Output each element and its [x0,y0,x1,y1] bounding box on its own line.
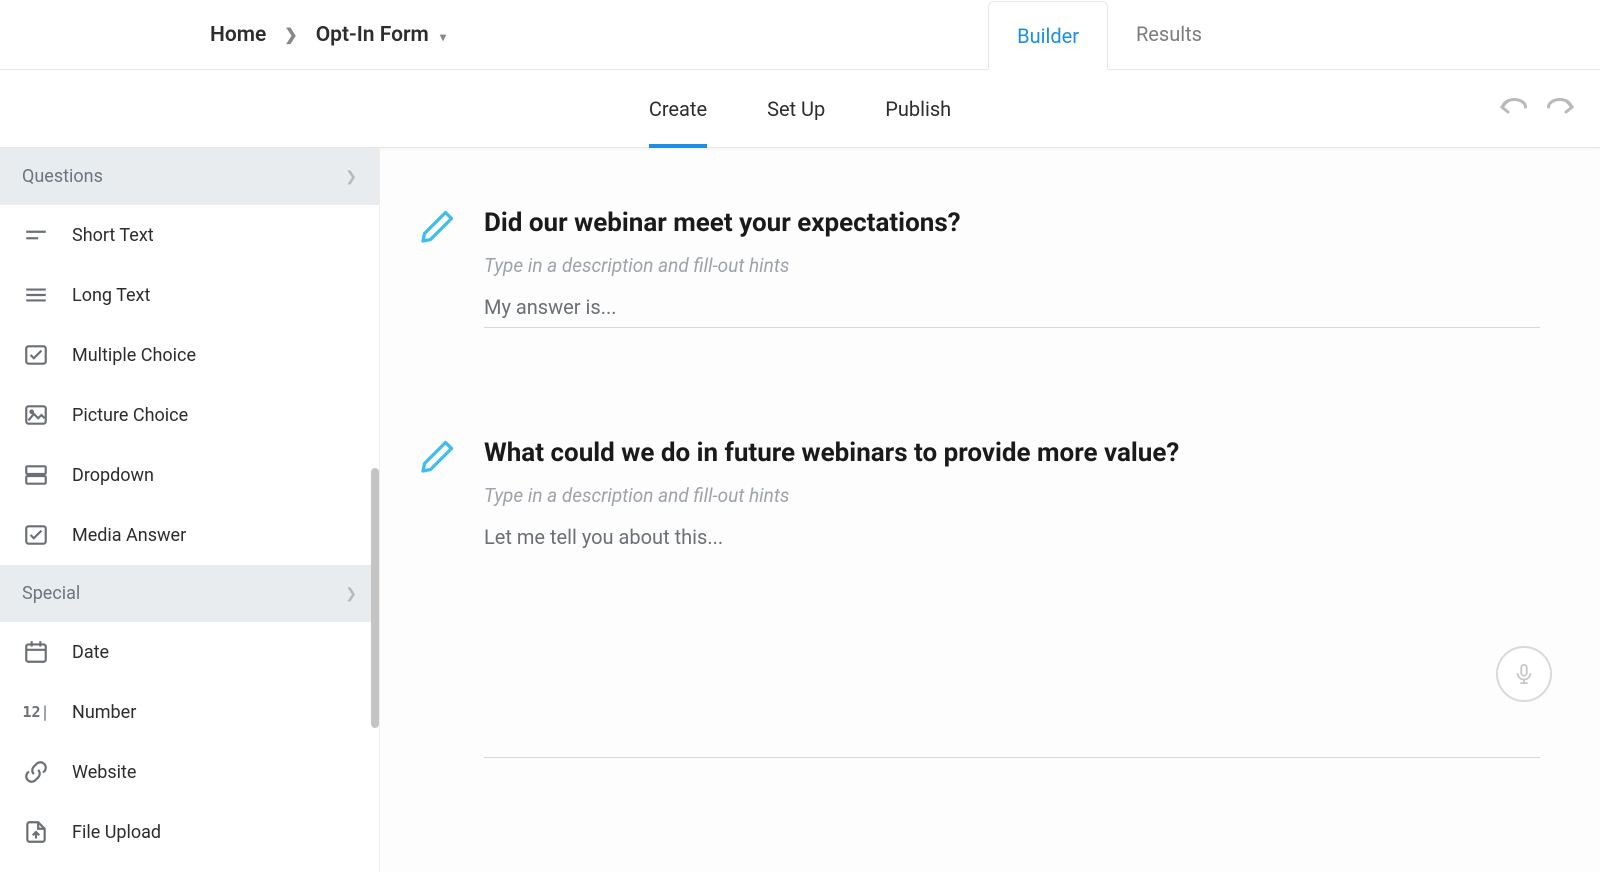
sidebar-item-label: Number [72,702,136,723]
media-answer-icon [22,521,50,549]
microphone-button[interactable] [1496,646,1552,702]
microphone-icon [1513,660,1535,688]
multiple-choice-icon [22,341,50,369]
top-tabs: Builder Results [988,0,1230,70]
edit-icon [420,208,456,328]
question-title[interactable]: Did our webinar meet your expectations? [484,208,1540,238]
chevron-right-icon: ❯ [284,25,297,44]
sidebar-item-file-upload[interactable]: File Upload [0,802,379,862]
sidebar-item-label: Multiple Choice [72,345,196,366]
sidebar-group-special[interactable]: Special ❯ [0,565,379,622]
date-icon [22,638,50,666]
tab-results[interactable]: Results [1108,0,1230,70]
chevron-right-icon: ❯ [345,586,357,602]
sidebar-item-label: Short Text [72,225,154,246]
question-hint[interactable]: Type in a description and fill-out hints [484,254,1540,277]
sidebar-item-number[interactable]: 12| Number [0,682,379,742]
sidebar-item-media-answer[interactable]: Media Answer [0,505,379,565]
sidebar-item-website[interactable]: Website [0,742,379,802]
answer-input[interactable]: Let me tell you about this... [484,525,1540,557]
sidebar-item-short-text[interactable]: Short Text [0,205,379,265]
sidebar-item-label: Date [72,642,109,663]
divider [484,757,1540,758]
sidebar-item-date[interactable]: Date [0,622,379,682]
top-bar: Home ❯ Opt-In Form ▾ Builder Results [0,0,1600,70]
long-text-icon [22,281,50,309]
breadcrumb: Home ❯ Opt-In Form ▾ [210,23,446,47]
sidebar-item-label: Media Answer [72,525,186,546]
redo-icon[interactable] [1546,95,1576,123]
builder-toolbar: Create Set Up Publish [0,70,1600,148]
sidebar-item-long-text[interactable]: Long Text [0,265,379,325]
sidebar-item-label: Dropdown [72,465,154,486]
undo-redo-group [1498,95,1576,123]
sidebar-item-label: Picture Choice [72,405,188,426]
number-icon: 12| [22,698,50,726]
edit-icon [420,438,456,758]
answer-input[interactable]: My answer is... [484,295,1540,328]
sidebar-group-label: Special [22,583,80,604]
breadcrumb-page[interactable]: Opt-In Form ▾ [316,23,446,47]
website-icon [22,758,50,786]
subtab-create[interactable]: Create [649,71,707,147]
picture-choice-icon [22,401,50,429]
sidebar-item-label: File Upload [72,822,161,843]
breadcrumb-home[interactable]: Home [210,23,266,47]
question-block[interactable]: Did our webinar meet your expectations? … [420,208,1540,328]
builder-subtabs: Create Set Up Publish [649,71,951,147]
sidebar-item-label: Website [72,762,136,783]
sidebar-item-multiple-choice[interactable]: Multiple Choice [0,325,379,385]
scrollbar-thumb[interactable] [371,468,379,728]
sidebar-group-questions[interactable]: Questions ❯ [0,148,379,205]
sidebar-item-label: Long Text [72,285,150,306]
dropdown-icon [22,461,50,489]
subtab-setup[interactable]: Set Up [767,71,825,147]
file-upload-icon [22,818,50,846]
subtab-publish[interactable]: Publish [885,71,951,147]
sidebar: Questions ❯ Short Text Long Text Multipl… [0,148,380,872]
breadcrumb-page-label: Opt-In Form [316,23,429,47]
question-title[interactable]: What could we do in future webinars to p… [484,438,1540,468]
chevron-right-icon: ❯ [345,169,357,185]
tab-builder[interactable]: Builder [988,1,1108,71]
form-canvas: Did our webinar meet your expectations? … [380,148,1600,872]
undo-icon[interactable] [1498,95,1528,123]
sidebar-group-label: Questions [22,166,103,187]
short-text-icon [22,221,50,249]
sidebar-item-dropdown[interactable]: Dropdown [0,445,379,505]
sidebar-item-picture-choice[interactable]: Picture Choice [0,385,379,445]
question-hint[interactable]: Type in a description and fill-out hints [484,484,1540,507]
question-block[interactable]: What could we do in future webinars to p… [420,438,1540,758]
chevron-down-icon[interactable]: ▾ [440,30,446,44]
